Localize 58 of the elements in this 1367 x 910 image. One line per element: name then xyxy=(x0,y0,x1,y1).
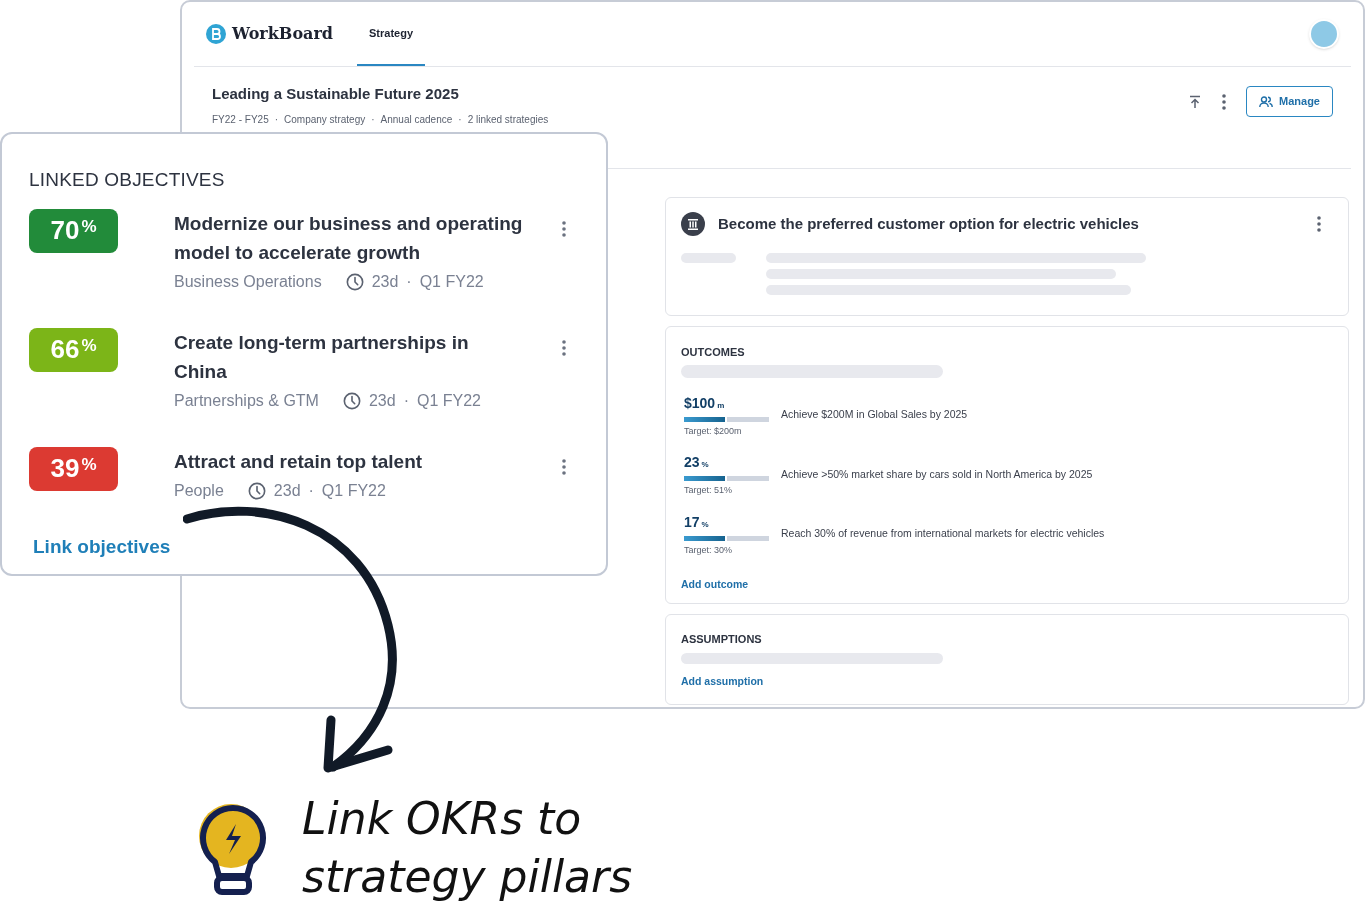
progress-badge: 39% xyxy=(29,446,118,491)
pillar-title: Become the preferred customer option for electric vehicles xyxy=(718,213,1139,234)
separator-dot: · xyxy=(274,112,279,127)
more-icon[interactable] xyxy=(562,220,566,237)
add-outcome-link[interactable]: Add outcome xyxy=(681,577,749,593)
objective-team: People xyxy=(174,480,224,501)
outcome-target: Target: 51% xyxy=(684,484,734,497)
outcome-target: Target: $200m xyxy=(684,424,743,438)
objective-period: Q1 FY22 xyxy=(321,480,386,501)
objective-period: Q1 FY22 xyxy=(416,390,481,411)
strategy-meta: Company strategy xyxy=(284,112,366,127)
card-heading: LINKED OBJECTIVES xyxy=(29,168,226,192)
upload-icon[interactable] xyxy=(1188,94,1203,109)
objective-team: Business Operations xyxy=(174,271,322,292)
separator-dot: · xyxy=(308,480,314,501)
objective-age: 23d xyxy=(371,271,399,292)
manage-button[interactable]: Manage xyxy=(1246,86,1333,117)
objective-title: Create long-term partnerships in China xyxy=(174,330,470,384)
outcome-value: 17% xyxy=(684,513,710,532)
outcome-text: Achieve >50% market share by cars sold in North America by 2025 xyxy=(781,466,1093,482)
objective-title: Attract and retain top talent xyxy=(174,449,424,474)
more-icon[interactable] xyxy=(1317,216,1321,232)
section-heading: ASSUMPTIONS xyxy=(681,632,763,647)
objective-age: 23d xyxy=(273,480,301,501)
caption-text: Link OKRs to strategy pillars xyxy=(302,792,633,904)
strategy-meta: 2 linked strategies xyxy=(467,112,549,127)
objective-period: Q1 FY22 xyxy=(419,271,484,292)
objective-title: Modernize our business and operating model to accelerate growth xyxy=(174,211,524,265)
link-objectives-link[interactable]: Link objectives xyxy=(33,532,171,561)
outcome-target: Target: 30% xyxy=(684,543,734,557)
clock-icon xyxy=(342,391,361,410)
strategy-meta: Annual cadence xyxy=(380,112,453,127)
separator-dot: · xyxy=(406,271,412,292)
outcome-value: $100 m xyxy=(684,394,726,413)
more-icon[interactable] xyxy=(562,458,566,475)
add-assumption-link[interactable]: Add assumption xyxy=(681,673,764,690)
objective-team: Partnerships & GTM xyxy=(174,390,319,411)
outcome-value: 23% xyxy=(684,454,710,472)
more-icon[interactable] xyxy=(562,339,566,356)
logo-icon xyxy=(206,24,226,44)
section-heading: OUTCOMES xyxy=(681,345,746,360)
clock-icon xyxy=(247,481,266,500)
nav-tab[interactable]: Strategy xyxy=(357,2,426,66)
strategy-meta: FY22 - FY25 xyxy=(212,112,269,127)
outcome-text: Achieve $200M in Global Sales by 2025 xyxy=(781,407,968,423)
separator-dot: · xyxy=(458,112,462,127)
app-name: WorkBoard xyxy=(232,23,334,45)
progress-badge: 70% xyxy=(29,208,118,253)
progress-badge: 66% xyxy=(29,327,118,372)
separator-dot: · xyxy=(403,390,409,411)
separator-dot: · xyxy=(371,112,375,127)
objective-age: 23d xyxy=(368,390,396,411)
pillar-icon xyxy=(681,212,705,236)
people-icon xyxy=(1259,95,1274,108)
more-icon[interactable] xyxy=(1222,93,1227,110)
strategy-title: Leading a Sustainable Future 2025 xyxy=(212,84,460,104)
clock-icon xyxy=(345,272,364,291)
outcome-text: Reach 30% of revenue from international markets for electric vehicles xyxy=(781,526,1105,542)
